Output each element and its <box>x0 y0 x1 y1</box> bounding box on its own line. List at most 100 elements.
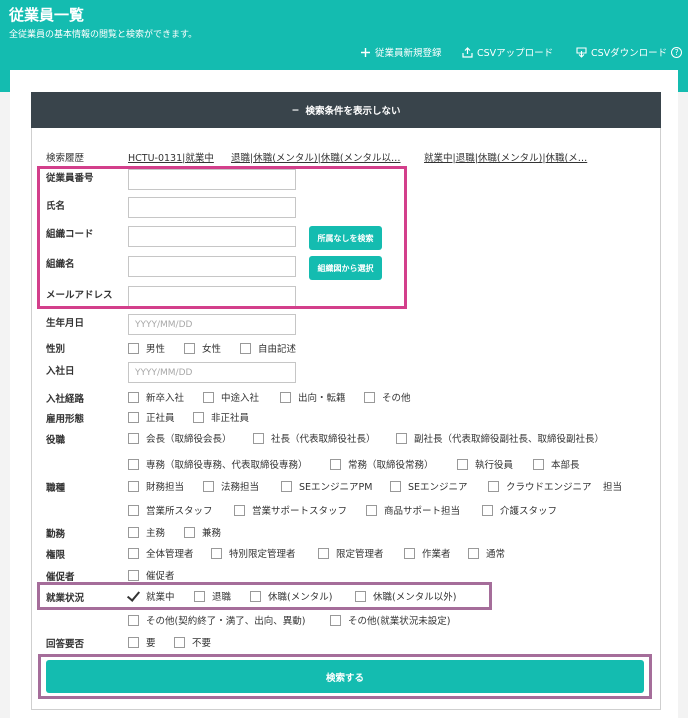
position-checkbox[interactable]: 副社長（代表取締役副社長、取締役副社長） <box>396 431 604 445</box>
join-route-checkbox[interactable]: 中途入社 <box>203 390 259 404</box>
checkbox-label: 正社員 <box>146 413 175 424</box>
position-checkbox[interactable]: 常務（取締役常務） <box>330 457 434 471</box>
select-from-org-chart-button[interactable]: 組織図から選択 <box>309 256 382 280</box>
checkbox-box <box>318 547 329 559</box>
csv-upload-button[interactable]: CSVアップロード <box>462 45 553 59</box>
gender-checkbox[interactable]: 女性 <box>184 341 221 355</box>
checkbox-label: 本部長 <box>551 460 580 471</box>
job-type-checkbox[interactable]: 商品サポート担当 <box>366 503 460 517</box>
name-input[interactable] <box>128 197 296 218</box>
join-date-label: 入社日 <box>46 366 75 377</box>
new-employee-button[interactable]: 従業員新規登録 <box>360 45 442 59</box>
org-code-label: 組織コード <box>46 229 94 240</box>
checkbox-label: 営業所スタッフ <box>146 506 213 517</box>
join-date-input[interactable] <box>128 362 296 383</box>
birthdate-input[interactable] <box>128 314 296 335</box>
reminder-options: 催促者 <box>0 568 688 582</box>
search-button[interactable]: 検索する <box>46 660 644 693</box>
answer-required-checkbox[interactable]: 不要 <box>174 635 211 649</box>
new-employee-label: 従業員新規登録 <box>375 48 442 59</box>
employment-status-checkbox[interactable]: 退職 <box>194 589 231 603</box>
authority-checkbox[interactable]: 作業者 <box>404 546 451 560</box>
position-checkbox[interactable]: 執行役員 <box>457 457 513 471</box>
checkbox-box <box>364 391 375 403</box>
job-type-checkbox[interactable]: 介護スタッフ <box>482 503 557 517</box>
answer-required-checkbox[interactable]: 要 <box>128 635 156 649</box>
help-icon[interactable]: ? <box>671 46 683 58</box>
position-checkbox[interactable]: 社長（代表取締役社長） <box>253 431 376 445</box>
checkbox-box <box>128 526 139 538</box>
checkbox-label: 専務（取締役専務、代表取締役専務） <box>146 460 308 471</box>
job-type-checkbox[interactable]: SEエンジニア <box>390 479 468 493</box>
job-type-checkbox[interactable]: 財務担当 <box>128 479 184 493</box>
checkbox-box <box>482 504 493 516</box>
search-history-label: 検索履歴 <box>46 153 85 164</box>
org-name-input[interactable] <box>128 256 296 277</box>
job-type-checkbox[interactable]: 営業サポートスタッフ <box>234 503 347 517</box>
page-title: 従業員一覧 <box>9 6 85 24</box>
search-history-link[interactable]: HCTU-0131|就業中 <box>128 150 214 164</box>
position-checkbox[interactable]: 専務（取締役専務、代表取締役専務） <box>128 457 308 471</box>
csv-upload-label: CSVアップロード <box>477 48 554 59</box>
checkbox-box <box>390 480 401 492</box>
search-history-link[interactable]: 退職|休職(メンタル)|休職(メンタル以… <box>231 150 401 164</box>
checkbox-label: 法務担当 <box>221 482 260 493</box>
join-route-checkbox[interactable]: 新卒入社 <box>128 390 184 404</box>
employment-status-checkbox[interactable]: 休職(メンタル以外) <box>355 589 456 603</box>
search-unassigned-button[interactable]: 所属なしを検索 <box>309 226 382 250</box>
name-label: 氏名 <box>46 201 66 212</box>
checkbox-box <box>184 526 195 538</box>
checkbox-box <box>253 432 264 444</box>
employee-number-input[interactable] <box>128 169 296 190</box>
join-route-checkbox[interactable]: その他 <box>364 390 411 404</box>
job-type-checkbox[interactable]: 法務担当 <box>203 479 259 493</box>
employment-status-checkbox[interactable]: その他(契約終了・満了、出向、異動) <box>128 613 305 627</box>
toggle-search-conditions-button[interactable]: − 検索条件を表示しない <box>31 92 661 128</box>
checkbox-label: 男性 <box>146 344 166 355</box>
checkbox-box <box>128 614 139 626</box>
authority-checkbox[interactable]: 限定管理者 <box>318 546 384 560</box>
checkbox-box <box>404 547 415 559</box>
authority-checkbox[interactable]: 全体管理者 <box>128 546 194 560</box>
job-type-checkbox[interactable]: SEエンジニアPM <box>281 479 372 493</box>
reminder-checkbox[interactable]: 催促者 <box>128 568 175 582</box>
checkbox-label: 兼務 <box>202 528 222 539</box>
gender-checkbox[interactable]: 自由記述 <box>240 341 296 355</box>
search-history-link[interactable]: 就業中|退職|休職(メンタル)|休職(メ… <box>424 150 587 164</box>
checkbox-box <box>174 636 185 648</box>
email-input[interactable] <box>128 286 296 307</box>
checkbox-label: 商品サポート担当 <box>384 506 461 517</box>
employment-type-checkbox[interactable]: 正社員 <box>128 410 175 424</box>
header-actions: 従業員新規登録 CSVアップロード CSVダウンロード ? <box>0 45 688 59</box>
email-label: メールアドレス <box>46 290 113 301</box>
checkbox-box <box>128 342 139 354</box>
work-checkbox[interactable]: 主務 <box>128 525 165 539</box>
authority-checkbox[interactable]: 通常 <box>468 546 505 560</box>
org-code-input[interactable] <box>128 226 296 247</box>
position-checkbox[interactable]: 本部長 <box>533 457 580 471</box>
checkbox-label: 自由記述 <box>258 344 297 355</box>
employment-status-checkbox[interactable]: その他(就業状況未設定) <box>330 613 450 627</box>
csv-download-button[interactable]: CSVダウンロード ? <box>576 45 683 59</box>
checkbox-label: 通常 <box>486 549 506 560</box>
checkbox-box <box>330 614 341 626</box>
employment-status-checkbox[interactable]: 休職(メンタル) <box>250 589 332 603</box>
checkbox-box <box>355 590 366 602</box>
checkbox-label: 執行役員 <box>475 460 514 471</box>
join-route-checkbox[interactable]: 出向・転籍 <box>280 390 346 404</box>
job-type-checkbox[interactable]: クラウドエンジニア <box>488 479 592 493</box>
checkbox-label: その他(契約終了・満了、出向、異動) <box>146 616 306 627</box>
checkbox-label: 財務担当 <box>146 482 185 493</box>
work-checkbox[interactable]: 兼務 <box>184 525 221 539</box>
employment-status-checkbox[interactable]: 就業中 <box>128 589 175 603</box>
authority-checkbox[interactable]: 特別限定管理者 <box>211 546 296 560</box>
checkbox-box <box>366 504 377 516</box>
checkbox-box <box>234 504 245 516</box>
gender-checkbox[interactable]: 男性 <box>128 341 165 355</box>
employment-type-checkbox[interactable]: 非正社員 <box>193 410 249 424</box>
checkbox-label: 催促者 <box>146 571 175 582</box>
job-type-checkbox[interactable]: 営業所スタッフ <box>128 503 213 517</box>
position-checkbox[interactable]: 会長（取締役会長） <box>128 431 232 445</box>
upload-icon <box>462 46 473 58</box>
employment-type-options: 正社員 非正社員 <box>0 410 688 424</box>
